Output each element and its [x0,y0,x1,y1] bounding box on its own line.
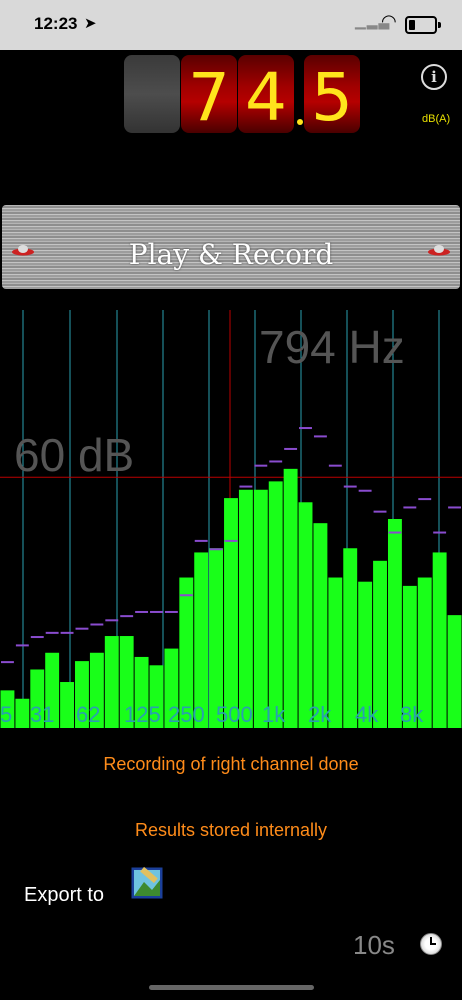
status-bar: 12:23 ➤ ▁▂▃ ◠ [0,0,462,50]
peak-marker [45,631,59,634]
level-readout: 60 dB [14,429,135,481]
spectrum-bar [268,481,283,728]
peak-marker [328,464,342,467]
peak-marker [15,644,29,647]
timer-label[interactable]: 10s [353,930,395,961]
peak-marker [1,661,14,664]
peak-marker [418,498,432,501]
export-label: Export to [24,884,105,906]
peak-marker [343,485,357,488]
peak-marker [403,506,417,509]
spectrum-bar [298,502,313,728]
peak-marker [150,610,163,613]
band-label: 125 [124,702,161,727]
spectrum-bar [15,698,30,728]
band-label: 5 [0,702,12,727]
peak-marker [135,610,149,613]
peak-marker [60,631,74,634]
peak-marker [254,464,268,467]
peak-marker [239,485,253,488]
peak-marker [105,619,119,622]
meter-digit-4: 5 [304,55,360,136]
peak-marker [358,489,372,492]
wifi-icon: ◠ [381,11,397,31]
peak-marker [179,594,193,597]
spectrum-bar [104,636,119,728]
band-label: 2k [308,702,332,727]
peak-marker [269,460,283,463]
spectrum-bar [313,523,328,728]
peak-marker [313,435,327,438]
meter-digit-2: 7 [181,55,237,136]
spectrum-bar [238,489,253,728]
photo-library-icon[interactable] [130,866,164,900]
meter-digit-3: 4 [238,55,294,136]
battery-icon [405,16,441,34]
recording-status: Recording of right channel done [103,754,359,774]
home-indicator [149,985,314,990]
peak-marker [164,610,178,613]
peak-marker [373,510,387,513]
spectrum-bar [253,489,268,728]
peak-marker [388,531,402,534]
play-record-button[interactable]: Play & Record [2,205,460,289]
location-arrow-icon: ➤ [84,15,97,32]
band-label: 31 [30,702,54,727]
peak-marker [194,539,208,542]
play-record-label: Play & Record [128,238,334,271]
peak-marker [30,636,44,639]
band-label: 62 [76,702,100,727]
band-label: 4k [355,702,379,727]
spectrum-bar [387,519,402,728]
peak-marker [284,447,298,450]
band-label: 8k [400,702,424,727]
meter-unit: dB(A) [422,113,451,125]
frequency-readout: 794 Hz [259,321,405,373]
peak-marker [209,548,223,551]
ufo-icon [428,245,450,256]
spectrum-bar [447,615,462,728]
info-icon[interactable]: i [421,64,447,90]
spectrum-bar [60,682,75,728]
spectrum-bar [224,498,238,728]
spectrum-bar [283,468,298,728]
peak-marker [299,427,312,430]
peak-marker [448,506,461,509]
decimal-point [297,119,303,125]
peak-marker [224,539,238,542]
peak-marker [75,627,89,630]
band-label: 500 [216,702,253,727]
band-label: 250 [168,702,205,727]
peak-marker [433,531,447,534]
spectrum-bar [432,552,447,728]
band-label: 1k [262,702,286,727]
peak-marker [90,623,104,626]
status-time: 12:23 [34,14,78,33]
meter-digit-1 [124,55,180,133]
peak-marker [120,615,134,618]
storage-status: Results stored internally [134,820,328,840]
clock-icon[interactable] [420,933,442,955]
